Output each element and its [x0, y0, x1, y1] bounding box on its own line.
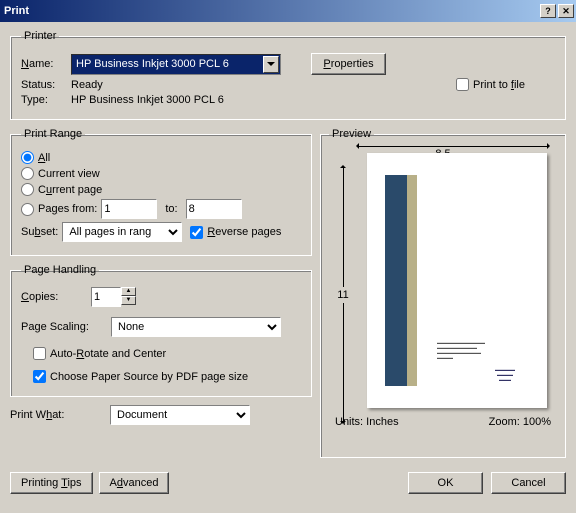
range-legend: Print Range: [21, 128, 85, 140]
copies-input[interactable]: [91, 287, 121, 307]
chevron-down-icon: [263, 56, 279, 73]
type-value: HP Business Inkjet 3000 PCL 6: [71, 94, 224, 106]
printer-group: Printer Name: HP Business Inkjet 3000 PC…: [10, 30, 566, 120]
range-all-radio[interactable]: [21, 151, 34, 164]
status-value: Ready: [71, 79, 456, 91]
preview-zoom: Zoom: 100%: [489, 416, 551, 428]
advanced-button[interactable]: Advanced: [99, 472, 170, 494]
range-currentview-radio[interactable]: [21, 167, 34, 180]
copies-up[interactable]: ▲: [121, 287, 136, 296]
status-label: Status:: [21, 79, 71, 91]
to-label: to:: [165, 203, 177, 215]
ok-button[interactable]: OK: [408, 472, 483, 494]
printer-name-select[interactable]: HP Business Inkjet 3000 PCL 6: [71, 54, 281, 75]
print-to-file-checkbox[interactable]: [456, 78, 469, 91]
copies-label: Copies:: [21, 291, 91, 303]
printer-name-value: HP Business Inkjet 3000 PCL 6: [76, 58, 229, 70]
cancel-button[interactable]: Cancel: [491, 472, 566, 494]
range-currentpage-label: Current page: [38, 184, 102, 196]
subset-label: Subset:: [21, 226, 58, 238]
choose-paper-label: Choose Paper Source by PDF page size: [50, 371, 248, 383]
range-currentpage-radio[interactable]: [21, 183, 34, 196]
properties-button[interactable]: Properties: [311, 53, 386, 75]
preview-height: 11: [337, 287, 348, 303]
scaling-label: Page Scaling:: [21, 321, 111, 333]
handling-legend: Page Handling: [21, 264, 99, 276]
page-preview: ▬▬▬▬▬▬▬▬▬▬▬▬▬▬▬▬▬▬▬▬▬▬▬▬▬▬▬▬▬▬▬▬▬▬▬▬▬ ▬▬…: [367, 153, 547, 408]
auto-rotate-label: Auto-Rotate and Center: [50, 348, 166, 360]
scaling-select[interactable]: None: [111, 317, 281, 337]
reverse-label: Reverse pages: [207, 226, 281, 238]
pages-to-input[interactable]: [186, 199, 242, 219]
print-what-select[interactable]: Document: [110, 405, 250, 425]
pages-from-input[interactable]: [101, 199, 157, 219]
type-label: Type:: [21, 94, 71, 106]
range-pages-radio[interactable]: [21, 203, 34, 216]
subset-select[interactable]: All pages in range: [62, 222, 182, 242]
range-all-label: All: [38, 152, 50, 164]
reverse-checkbox[interactable]: [190, 226, 203, 239]
preview-group: Preview 8.5 11 ▬▬▬▬▬▬▬▬▬▬▬▬▬▬▬▬▬▬▬▬▬▬▬▬▬…: [320, 128, 566, 458]
copies-down[interactable]: ▼: [121, 296, 136, 305]
range-currentview-label: Current view: [38, 168, 100, 180]
print-range-group: Print Range All Current view Current pag…: [10, 128, 312, 256]
printing-tips-button[interactable]: Printing Tips: [10, 472, 93, 494]
name-label: Name:: [21, 58, 71, 70]
page-handling-group: Page Handling Copies: ▲ ▼ Page Scaling: …: [10, 264, 312, 397]
range-pages-label: Pages from:: [38, 203, 97, 215]
print-to-file-label: Print to file: [473, 79, 525, 91]
titlebar: Print ? ✕: [0, 0, 576, 22]
window-title: Print: [4, 5, 538, 17]
choose-paper-checkbox[interactable]: [33, 370, 46, 383]
help-button[interactable]: ?: [540, 4, 556, 18]
printer-legend: Printer: [21, 30, 59, 42]
print-what-label: Print What:: [10, 409, 110, 421]
auto-rotate-checkbox[interactable]: [33, 347, 46, 360]
preview-legend: Preview: [329, 128, 374, 140]
close-button[interactable]: ✕: [558, 4, 574, 18]
